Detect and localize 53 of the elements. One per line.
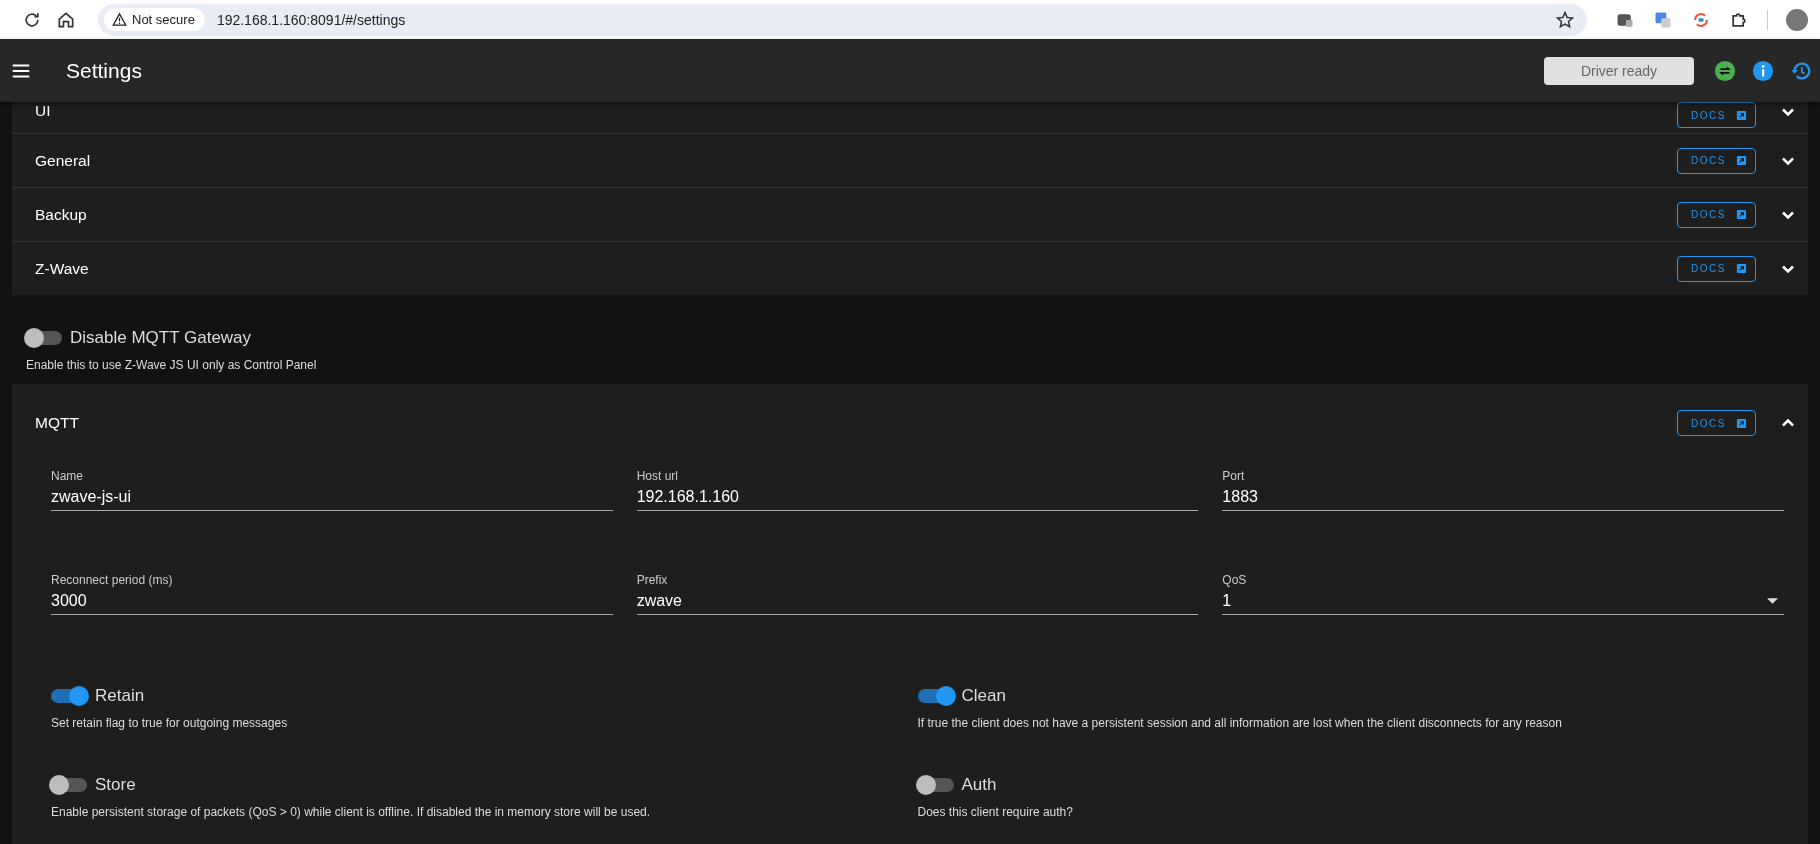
docs-link[interactable]: DOCS — [1677, 410, 1756, 436]
security-label: Not secure — [132, 12, 195, 27]
external-link-icon — [1736, 109, 1747, 121]
star-icon[interactable] — [1555, 9, 1575, 30]
toggle-hint: Does this client require auth? — [917, 805, 1074, 819]
page-title: Settings — [66, 58, 142, 83]
address-bar[interactable]: Not secure 192.168.1.160:8091/#/settings — [98, 3, 1587, 36]
section-title: Backup — [35, 205, 87, 224]
toggle-switch[interactable] — [26, 331, 62, 345]
input-field[interactable]: Host url 192.168.1.160 — [636, 469, 1199, 511]
docs-link[interactable]: DOCS — [1677, 147, 1756, 174]
toggle-label: Store — [95, 775, 136, 795]
settings-section-header[interactable]: Backup DOCS — [12, 187, 1808, 241]
section-title: General — [35, 151, 91, 170]
toggle-label: Clean — [961, 686, 1006, 706]
dropdown-arrow-icon — [1767, 597, 1778, 605]
info-icon[interactable] — [1752, 59, 1774, 82]
input-field[interactable]: Port 1883 — [1222, 469, 1784, 511]
toggle-switch[interactable] — [917, 689, 954, 703]
toggle-label: Auth — [961, 775, 997, 795]
section-title: MQTT — [35, 414, 79, 432]
toggle-hint: Enable persistent storage of packets (QoS > 0) while client is offline. If disabled the in memory store will be used. — [51, 805, 652, 819]
toggle-hint: Enable this to use Z-Wave JS UI only as Control Panel — [26, 358, 318, 372]
external-link-icon — [1736, 155, 1747, 166]
section-title: UI — [35, 102, 51, 120]
toggle-switch[interactable] — [51, 689, 87, 703]
settings-section-header[interactable]: General DOCS — [12, 133, 1808, 187]
toggle-switch[interactable] — [917, 778, 954, 792]
external-link-icon — [1736, 209, 1747, 220]
warning-icon — [112, 12, 127, 27]
settings-section-header[interactable]: UI DOCS — [12, 102, 1808, 133]
external-link-icon — [1736, 417, 1747, 429]
toggle-switch[interactable] — [51, 778, 87, 792]
docs-link[interactable]: DOCS — [1677, 102, 1756, 128]
docs-link[interactable]: DOCS — [1677, 201, 1756, 228]
swap-arrows-icon[interactable] — [1714, 59, 1736, 82]
toggle-label: Retain — [95, 686, 145, 706]
url-text: 192.168.1.160:8091/#/settings — [216, 11, 407, 28]
select-field[interactable]: QoS 1 — [1222, 573, 1784, 615]
toggle-label: Disable MQTT Gateway — [70, 328, 252, 348]
driver-status-button[interactable]: Driver ready — [1544, 56, 1694, 85]
settings-section-header[interactable]: Z-Wave DOCS — [12, 241, 1808, 295]
input-field[interactable]: Prefix zwave — [636, 573, 1199, 615]
input-field[interactable]: Reconnect period (ms) 3000 — [51, 573, 613, 615]
security-chip[interactable]: Not secure — [104, 8, 205, 31]
toggle-hint: If true the client does not have a persistent session and all information are lost when the client disconnects for any reason — [917, 716, 1563, 730]
profile-avatar[interactable] — [1786, 8, 1808, 31]
section-title: Z-Wave — [35, 259, 89, 278]
input-field[interactable]: Name zwave-js-ui — [51, 469, 613, 511]
external-link-icon — [1736, 263, 1747, 274]
mqtt-section-header[interactable]: MQTT DOCS — [12, 384, 1808, 462]
docs-link[interactable]: DOCS — [1677, 255, 1756, 282]
toggle-hint: Set retain flag to true for outgoing messages — [51, 716, 289, 730]
